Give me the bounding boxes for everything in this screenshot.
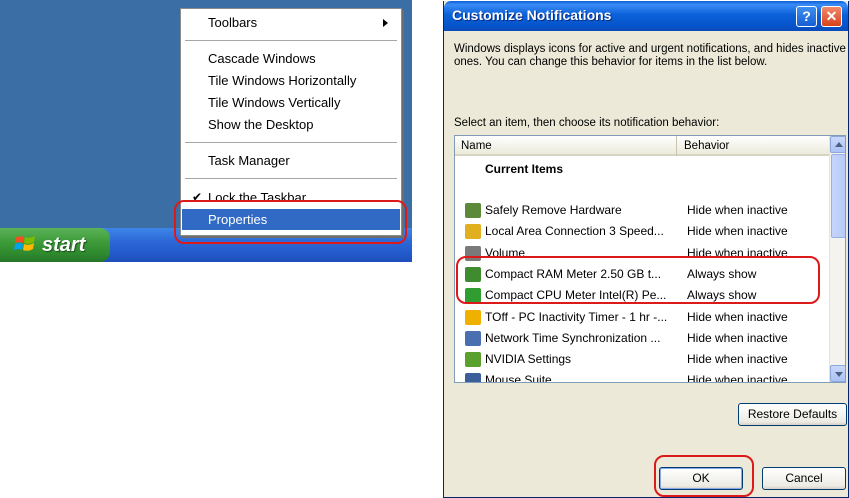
menu-item-toolbars[interactable]: Toolbars <box>182 12 400 33</box>
start-button[interactable]: start <box>0 228 110 262</box>
item-name: TOff - PC Inactivity Timer - 1 hr -... <box>485 309 668 324</box>
item-name: NVIDIA Settings <box>485 352 572 367</box>
scroll-thumb[interactable] <box>831 154 845 238</box>
usb-plug-icon <box>465 203 481 218</box>
chevron-up-icon <box>835 142 843 147</box>
list-item[interactable]: Mouse Suite Hide when inactive <box>455 370 829 383</box>
item-behavior: Hide when inactive <box>687 203 788 217</box>
menu-label: Cascade Windows <box>208 51 316 66</box>
group-current-items: Current Items <box>485 162 564 176</box>
windows-logo-icon <box>14 236 35 251</box>
mouse-icon <box>465 373 481 382</box>
network-warning-icon <box>465 224 481 240</box>
select-item-label: Select an item, then choose its notifica… <box>454 117 720 129</box>
menu-item-task-manager[interactable]: Task Manager <box>182 150 400 171</box>
scroll-up-button[interactable] <box>830 136 845 153</box>
restore-defaults-button[interactable]: Restore Defaults <box>738 403 847 426</box>
menu-separator <box>185 40 397 41</box>
list-item[interactable]: NVIDIA Settings Hide when inactive <box>455 349 829 370</box>
timer-icon <box>465 309 481 325</box>
scroll-down-button[interactable] <box>830 365 845 382</box>
menu-item-tile-horizontally[interactable]: Tile Windows Horizontally <box>182 70 400 91</box>
list-item[interactable]: Network Time Synchronization ... Hide whe… <box>455 328 829 349</box>
menu-label: Show the Desktop <box>208 117 314 132</box>
column-header-name[interactable]: Name <box>455 136 677 156</box>
item-name: Network Time Synchronization ... <box>485 330 661 345</box>
chevron-down-icon <box>835 372 843 377</box>
dialog-title: Customize Notifications <box>452 7 612 23</box>
close-button[interactable]: ✕ <box>821 6 842 27</box>
start-label: start <box>42 234 86 256</box>
title-bar[interactable]: Customize Notifications ? ✕ <box>444 1 848 31</box>
item-name: Safely Remove Hardware <box>485 203 622 217</box>
dialog-description: Windows displays icons for active and ur… <box>454 43 846 68</box>
nvidia-icon <box>465 352 481 368</box>
highlight-circle-ok <box>654 455 754 497</box>
list-item[interactable]: Local Area Connection 3 Speed... Hide whe… <box>455 221 829 242</box>
menu-separator <box>185 178 397 179</box>
highlight-circle-properties <box>174 200 407 244</box>
vertical-scrollbar[interactable] <box>829 136 845 382</box>
highlight-circle-meters <box>456 256 820 304</box>
item-behavior: Hide when inactive <box>687 373 788 383</box>
menu-item-show-desktop[interactable]: Show the Desktop <box>182 114 400 135</box>
menu-label: Task Manager <box>208 153 290 168</box>
clock-icon <box>465 330 481 346</box>
list-item[interactable]: Safely Remove Hardware Hide when inactive <box>455 200 829 221</box>
item-name: Mouse Suite <box>485 373 552 383</box>
customize-notifications-dialog: Customize Notifications ? ✕ Windows disp… <box>443 1 849 498</box>
menu-item-tile-vertically[interactable]: Tile Windows Vertically <box>182 92 400 113</box>
menu-label: Tile Windows Horizontally <box>208 73 357 88</box>
help-button[interactable]: ? <box>796 6 817 27</box>
menu-item-cascade-windows[interactable]: Cascade Windows <box>182 48 400 69</box>
item-behavior: Hide when inactive <box>687 352 788 367</box>
list-item[interactable]: TOff - PC Inactivity Timer - 1 hr -... Hi… <box>455 307 829 328</box>
item-name: Local Area Connection 3 Speed... <box>485 224 664 239</box>
item-behavior: Hide when inactive <box>687 330 788 345</box>
item-behavior: Hide when inactive <box>687 309 788 324</box>
submenu-arrow-icon <box>383 19 388 27</box>
list-header: Name Behavior <box>455 136 829 156</box>
item-behavior: Hide when inactive <box>687 224 788 239</box>
menu-label: Tile Windows Vertically <box>208 95 341 110</box>
cancel-button[interactable]: Cancel <box>762 467 846 490</box>
column-header-behavior[interactable]: Behavior <box>678 136 828 156</box>
menu-separator <box>185 142 397 143</box>
menu-label: Toolbars <box>208 15 258 30</box>
